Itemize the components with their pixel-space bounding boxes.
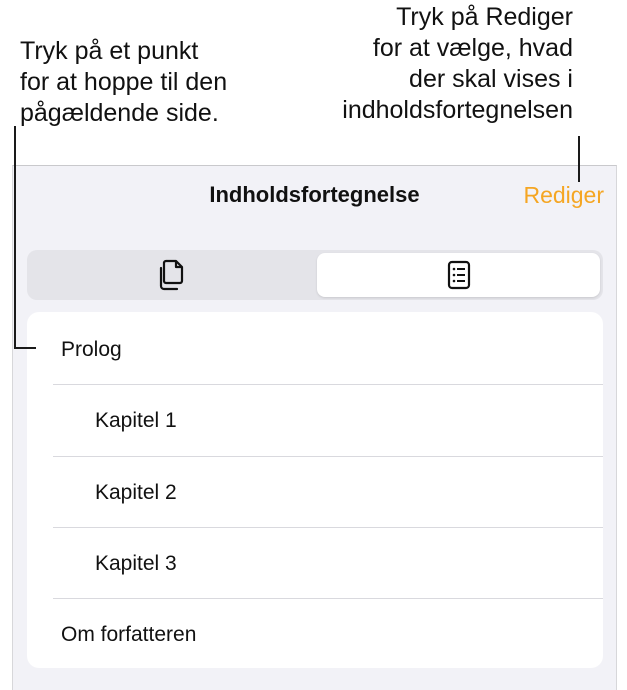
callout-edit-hint: Tryk på Rediger for at vælge, hvad der s… — [243, 2, 573, 126]
segment-table-of-contents[interactable] — [317, 253, 600, 297]
view-segmented-control — [27, 250, 603, 300]
callout-leader-line-left — [14, 126, 16, 349]
callout-leader-tick-left — [14, 347, 36, 349]
callout-right-line-4: indholdsfortegnelsen — [342, 96, 573, 124]
callout-right-line-2: for at vælge, hvad — [372, 34, 573, 62]
toc-item-kapitel-1[interactable]: Kapitel 1 — [53, 385, 603, 456]
toc-item-kapitel-3[interactable]: Kapitel 3 — [53, 528, 603, 599]
pages-icon — [159, 259, 183, 291]
toc-item-prolog[interactable]: Prolog — [53, 314, 603, 385]
toc-item-om-forfatteren[interactable]: Om forfatteren — [53, 599, 603, 668]
toc-panel: Indholdsfortegnelse Rediger Prolog Kapit… — [12, 165, 617, 690]
toc-item-label: Prolog — [61, 337, 122, 361]
toc-item-label: Om forfatteren — [61, 622, 197, 646]
table-of-contents-icon — [447, 260, 470, 290]
toc-item-label: Kapitel 3 — [95, 551, 177, 575]
toc-item-label: Kapitel 1 — [95, 408, 177, 432]
toc-list: Prolog Kapitel 1 Kapitel 2 Kapitel 3 Om … — [27, 312, 603, 668]
toc-item-label: Kapitel 2 — [95, 480, 177, 504]
toc-item-kapitel-2[interactable]: Kapitel 2 — [53, 457, 603, 528]
callout-right-line-3: der skal vises i — [409, 65, 573, 93]
callout-leader-line-right — [578, 136, 580, 182]
segment-pages[interactable] — [30, 253, 313, 297]
callout-right-line-1: Tryk på Rediger — [396, 3, 573, 31]
edit-button[interactable]: Rediger — [523, 182, 604, 209]
